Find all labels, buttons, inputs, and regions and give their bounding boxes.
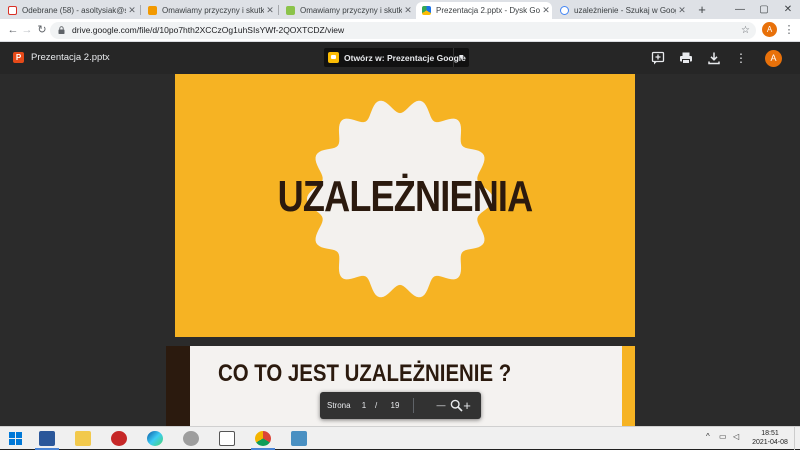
- address-bar[interactable]: drive.google.com/file/d/10po7hth2XCCzOg1…: [50, 22, 756, 39]
- download-icon[interactable]: [707, 51, 721, 65]
- classroom-icon: [286, 6, 295, 15]
- tab-title: uzależnienie - Szukaj w Google: [574, 6, 676, 15]
- taskbar-messages[interactable]: [212, 427, 242, 450]
- tab-drive[interactable]: Prezentacja 2.pptx - Dysk Googl ✕: [416, 2, 552, 19]
- system-clock[interactable]: 18:51 2021-04-08: [748, 429, 792, 447]
- page-navigator: Strona 1 / 19 — +: [320, 392, 481, 419]
- word-icon: [39, 431, 55, 446]
- clock-date: 2021-04-08: [752, 439, 788, 446]
- print-icon[interactable]: [679, 51, 693, 65]
- current-page-input[interactable]: 1: [358, 392, 370, 419]
- classroom-icon: [148, 6, 157, 15]
- slide-viewer[interactable]: UZALEŻNIENIA CO TO JEST UZALEŻNIENIE ?: [0, 74, 800, 426]
- close-icon[interactable]: ✕: [676, 5, 688, 16]
- chevron-down-icon[interactable]: ▼: [453, 48, 469, 67]
- photos-icon: [291, 431, 307, 446]
- taskbar: ^ ▭ ◁ 18:51 2021-04-08: [0, 426, 800, 450]
- network-icon[interactable]: ▭: [719, 432, 727, 441]
- taskbar-app[interactable]: [104, 427, 134, 450]
- tab-google-search[interactable]: uzależnienie - Szukaj w Google ✕: [554, 2, 688, 19]
- browser-toolbar: ← → ↻ drive.google.com/file/d/10po7hth2X…: [0, 19, 800, 42]
- page-separator: /: [375, 401, 378, 410]
- browser-profile-avatar[interactable]: A: [762, 22, 777, 37]
- more-options-icon[interactable]: ⋮: [734, 51, 748, 65]
- tab-title: Omawiamy przyczyny i skutki oz: [300, 6, 402, 15]
- taskbar-chrome[interactable]: [248, 427, 278, 450]
- edge-icon: [147, 431, 163, 446]
- gmail-icon: [8, 6, 17, 15]
- taskbar-edge[interactable]: [140, 427, 170, 450]
- chevron-up-icon[interactable]: ^: [706, 432, 710, 441]
- show-desktop-button[interactable]: [794, 427, 800, 450]
- slide-2-accent-strip: [622, 346, 635, 426]
- app-icon: [111, 431, 127, 446]
- speaker-icon[interactable]: ◁: [733, 432, 739, 441]
- chrome-icon: [255, 431, 271, 446]
- page-label: Strona: [327, 401, 351, 410]
- taskbar-explorer[interactable]: [68, 427, 98, 450]
- taskbar-paint[interactable]: [176, 427, 206, 450]
- google-icon: [560, 6, 569, 15]
- folder-icon: [75, 431, 91, 446]
- forward-icon[interactable]: →: [20, 23, 34, 37]
- paint-icon: [183, 431, 199, 446]
- minimize-icon[interactable]: —: [728, 0, 752, 19]
- slide-2-title: CO TO JEST UZALEŻNIENIE ?: [218, 360, 512, 387]
- open-with-label: Otwórz w: Prezentacje Google: [344, 52, 466, 63]
- slide-1-title: UZALEŻNIENIA: [277, 172, 534, 221]
- add-comment-icon[interactable]: [651, 51, 665, 65]
- viewer-header: P Prezentacja 2.pptx Otwórz w: Prezentac…: [0, 42, 800, 74]
- reload-icon[interactable]: ↻: [35, 23, 49, 37]
- taskbar-word[interactable]: [32, 427, 62, 450]
- tab-title: Omawiamy przyczyny i skutki oz: [162, 6, 264, 15]
- message-icon: [219, 431, 235, 446]
- close-window-icon[interactable]: ✕: [776, 0, 800, 19]
- tab-classroom-2[interactable]: Omawiamy przyczyny i skutki oz ✕: [280, 2, 414, 19]
- open-with-button[interactable]: Otwórz w: Prezentacje Google ▼: [324, 48, 469, 67]
- tab-title: Prezentacja 2.pptx - Dysk Googl: [436, 6, 540, 15]
- user-avatar[interactable]: A: [765, 50, 782, 67]
- maximize-icon[interactable]: ▢: [752, 0, 776, 19]
- bookmark-star-icon[interactable]: ☆: [741, 22, 750, 39]
- drive-icon: [422, 6, 431, 15]
- slide-1: UZALEŻNIENIA: [175, 74, 635, 337]
- menu-dots-icon[interactable]: ⋮: [782, 23, 796, 37]
- google-slides-icon: [328, 52, 339, 63]
- clock-time: 18:51: [761, 430, 779, 437]
- new-tab-button[interactable]: +: [690, 0, 714, 19]
- tab-strip: Odebrane (58) - asoltysiak@spp ✕ Omawiam…: [0, 0, 800, 19]
- taskbar-photos[interactable]: [284, 427, 314, 450]
- file-name: Prezentacja 2.pptx: [31, 52, 110, 63]
- tab-classroom-1[interactable]: Omawiamy przyczyny i skutki oz ✕: [142, 2, 276, 19]
- close-icon[interactable]: ✕: [540, 5, 552, 16]
- close-icon[interactable]: ✕: [264, 5, 276, 16]
- powerpoint-icon: P: [13, 52, 24, 63]
- tab-title: Odebrane (58) - asoltysiak@spp: [22, 6, 126, 15]
- close-icon[interactable]: ✕: [402, 5, 414, 16]
- divider: [413, 398, 414, 413]
- url-text: drive.google.com/file/d/10po7hth2XCCzOg1…: [72, 25, 345, 35]
- back-icon[interactable]: ←: [6, 23, 20, 37]
- close-icon[interactable]: ✕: [126, 5, 138, 16]
- lock-icon: [58, 26, 65, 34]
- tab-gmail[interactable]: Odebrane (58) - asoltysiak@spp ✕: [2, 2, 138, 19]
- zoom-out-button[interactable]: —: [432, 392, 450, 419]
- windows-start-icon[interactable]: [9, 432, 22, 445]
- zoom-in-button[interactable]: +: [458, 392, 476, 419]
- total-pages: 19: [390, 401, 400, 410]
